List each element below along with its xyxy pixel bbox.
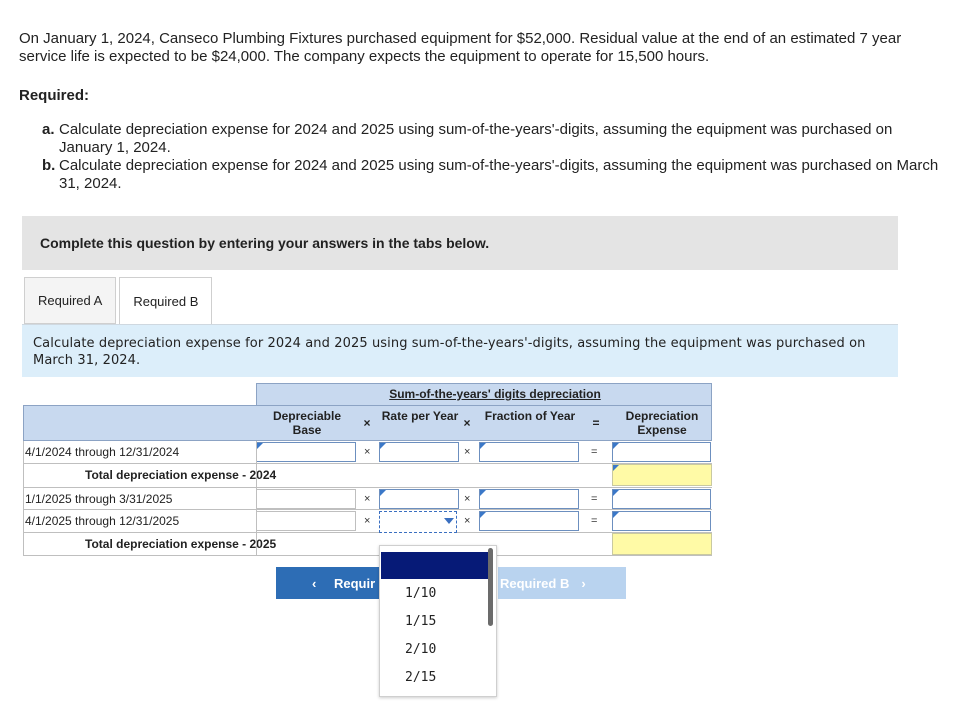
rate-dropdown-list[interactable]: 1/10 1/15 2/10 2/15 <box>379 545 497 697</box>
header-equals: = <box>592 416 600 430</box>
table-row: 1/1/2025 through 3/31/2025 × × = <box>23 487 712 510</box>
row-label: Total depreciation expense - 2025 <box>85 537 277 551</box>
rate-input[interactable] <box>379 489 459 509</box>
table-header-row: Depreciable Base × Rate per Year × Fract… <box>23 405 712 441</box>
requirement-text: Calculate depreciation expense for 2024 … <box>59 121 893 156</box>
table-row: 4/1/2024 through 12/31/2024 × × = <box>23 441 712 464</box>
depreciable-base-input[interactable] <box>256 511 356 531</box>
expense-input[interactable] <box>612 511 711 531</box>
tab-prompt: Calculate depreciation expense for 2024 … <box>22 324 898 377</box>
times-sign: × <box>364 493 371 505</box>
table-divider <box>256 441 257 556</box>
chevron-right-icon: › <box>581 575 586 591</box>
row-label: Total depreciation expense - 2024 <box>85 468 277 482</box>
tab-required-b[interactable]: Required B <box>119 277 213 325</box>
header-depreciable-base: Depreciable Base <box>272 409 342 437</box>
row-label: 1/1/2025 through 3/31/2025 <box>25 492 173 506</box>
requirement-text: Calculate depreciation expense for 2024 … <box>59 157 939 192</box>
table-left-border <box>23 441 24 556</box>
instruction-bar: Complete this question by entering your … <box>22 216 898 270</box>
expense-input[interactable] <box>612 442 711 462</box>
row-label: 4/1/2025 through 12/31/2025 <box>25 514 180 528</box>
requirements-list: a. Calculate depreciation expense for 20… <box>42 121 947 193</box>
equals-sign: = <box>591 493 598 505</box>
total-2025-field[interactable] <box>612 533 712 555</box>
tab-required-a[interactable]: Required A <box>24 277 117 324</box>
instruction-text: Complete this question by entering your … <box>40 235 490 251</box>
expense-input[interactable] <box>612 489 711 509</box>
times-sign: × <box>464 493 471 505</box>
depreciable-base-input[interactable] <box>256 442 356 462</box>
header-times-1: × <box>363 416 371 430</box>
table-row-total: Total depreciation expense - 2025 <box>23 533 712 556</box>
next-button[interactable]: Required B › <box>498 567 626 599</box>
depreciable-base-input[interactable] <box>256 489 356 509</box>
header-fraction-of-year: Fraction of Year <box>484 409 576 423</box>
equals-sign: = <box>591 515 598 527</box>
dropdown-option[interactable]: 1/15 <box>405 614 436 629</box>
total-2024-field[interactable] <box>612 464 712 486</box>
requirement-letter: b. <box>42 157 56 174</box>
dropdown-option[interactable]: 1/10 <box>405 586 436 601</box>
dropdown-option[interactable]: 2/15 <box>405 670 436 685</box>
times-sign: × <box>364 446 371 458</box>
times-sign: × <box>364 515 371 527</box>
times-sign: × <box>464 446 471 458</box>
problem-intro: On January 1, 2024, Canseco Plumbing Fix… <box>19 30 902 65</box>
prev-button[interactable]: ‹ Requir <box>276 567 380 599</box>
rate-input[interactable] <box>379 442 459 462</box>
header-rate-per-year: Rate per Year <box>381 409 459 423</box>
header-times-2: × <box>463 416 471 430</box>
requirement-a: a. Calculate depreciation expense for 20… <box>42 121 947 157</box>
equals-sign: = <box>591 446 598 458</box>
fraction-input[interactable] <box>479 511 579 531</box>
fraction-input[interactable] <box>479 442 579 462</box>
required-heading: Required: <box>19 87 90 104</box>
table-title: Sum-of-the-years' digits depreciation <box>389 387 601 401</box>
dropdown-scrollbar[interactable] <box>488 548 493 626</box>
chevron-left-icon: ‹ <box>312 575 317 591</box>
row-label: 4/1/2024 through 12/31/2024 <box>25 445 180 459</box>
tab-bar: Required A Required B <box>24 277 215 325</box>
table-row-total: Total depreciation expense - 2024 <box>23 464 712 487</box>
dropdown-selected-option[interactable] <box>381 552 488 579</box>
requirement-b: b. Calculate depreciation expense for 20… <box>42 157 947 193</box>
chevron-down-icon[interactable] <box>444 518 454 524</box>
times-sign: × <box>464 515 471 527</box>
fraction-input[interactable] <box>479 489 579 509</box>
dropdown-option[interactable]: 2/10 <box>405 642 436 657</box>
table-row: 4/1/2025 through 12/31/2025 × × = <box>23 510 712 533</box>
header-depreciation-expense: Depreciation Expense <box>625 409 699 437</box>
requirement-letter: a. <box>42 121 55 138</box>
